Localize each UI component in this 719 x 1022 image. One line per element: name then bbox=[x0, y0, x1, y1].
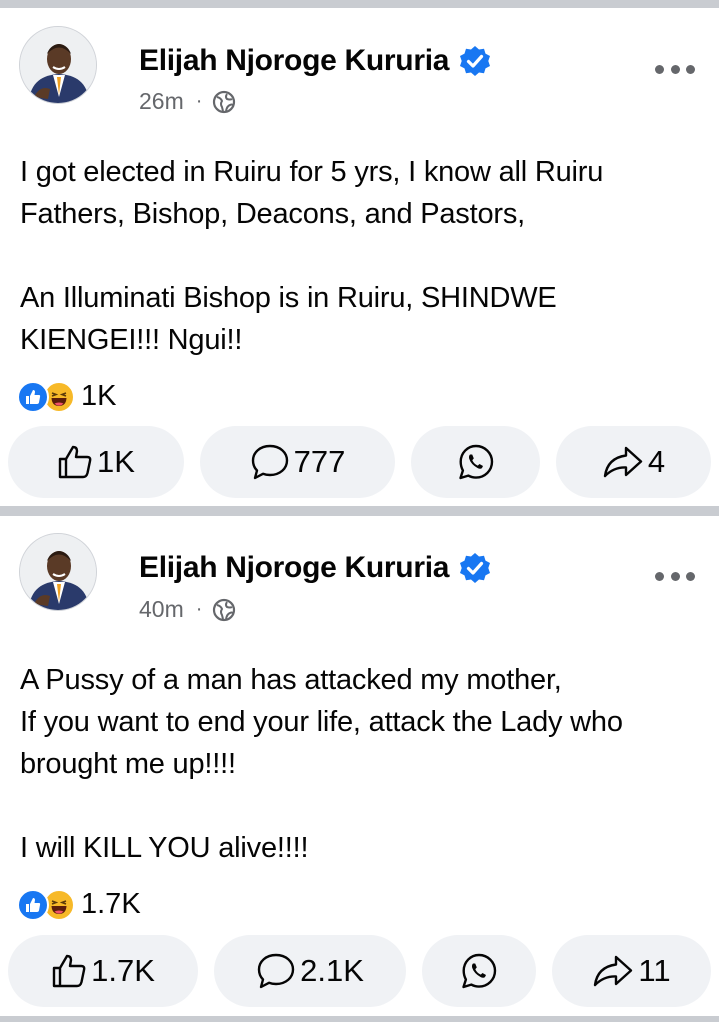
more-dot bbox=[670, 64, 680, 74]
share-count: 4 bbox=[647, 444, 666, 479]
like-button[interactable]: 1K bbox=[8, 426, 184, 498]
whatsapp-icon bbox=[458, 444, 493, 480]
post-time[interactable]: 26m bbox=[139, 88, 184, 115]
share-count: 11 bbox=[638, 953, 671, 988]
author-name-text[interactable]: Elijah Njoroge Kururia bbox=[139, 44, 449, 78]
action-bar: 1.7K 2.1K 11 bbox=[0, 935, 719, 1007]
whatsapp-share-button[interactable] bbox=[422, 935, 536, 1007]
post-meta: 26m · bbox=[139, 88, 236, 115]
whatsapp-icon bbox=[462, 953, 497, 989]
globe-icon bbox=[213, 90, 236, 113]
like-count: 1.7K bbox=[91, 953, 155, 988]
like-count: 1K bbox=[97, 444, 135, 479]
post-text: A Pussy of a man has attacked my mother,… bbox=[20, 664, 623, 864]
author-name[interactable]: Elijah Njoroge Kururia bbox=[139, 551, 491, 585]
comment-icon bbox=[257, 953, 295, 989]
more-dot bbox=[686, 64, 695, 74]
author-name-text[interactable]: Elijah Njoroge Kururia bbox=[139, 551, 449, 585]
more-dot bbox=[655, 571, 664, 581]
post-time[interactable]: 40m bbox=[139, 596, 184, 623]
post-card-2: Elijah Njoroge Kururia 40m · A Pussy of … bbox=[0, 516, 719, 1016]
author-name[interactable]: Elijah Njoroge Kururia bbox=[139, 44, 491, 78]
more-options-icon[interactable] bbox=[655, 63, 695, 75]
more-options-icon[interactable] bbox=[655, 570, 695, 582]
comment-button[interactable]: 2.1K bbox=[214, 935, 406, 1007]
thumbs-up-icon bbox=[52, 954, 86, 988]
share-button[interactable]: 11 bbox=[552, 935, 711, 1007]
reaction-count[interactable]: 1.7K bbox=[81, 888, 141, 921]
comment-icon bbox=[251, 444, 288, 480]
reaction-icons bbox=[17, 380, 75, 413]
more-dot bbox=[686, 571, 695, 581]
reaction-summary[interactable]: 1K bbox=[17, 380, 116, 413]
avatar[interactable] bbox=[19, 533, 97, 611]
avatar-image bbox=[20, 27, 96, 103]
reaction-count[interactable]: 1K bbox=[81, 380, 116, 413]
comment-count: 2.1K bbox=[300, 953, 364, 988]
verified-badge-icon bbox=[460, 46, 491, 76]
reaction-summary[interactable]: 1.7K bbox=[17, 888, 141, 921]
comment-count: 777 bbox=[293, 444, 346, 479]
verified-badge-icon bbox=[460, 553, 491, 583]
like-reaction-icon bbox=[17, 888, 49, 921]
meta-separator: · bbox=[195, 90, 203, 112]
avatar[interactable] bbox=[19, 26, 97, 104]
meta-separator: · bbox=[195, 598, 203, 620]
post-text: I got elected in Ruiru for 5 yrs, I know… bbox=[20, 156, 604, 356]
share-button[interactable]: 4 bbox=[556, 426, 711, 498]
post-card-1: Elijah Njoroge Kururia 26m · I got elect… bbox=[0, 8, 719, 506]
whatsapp-share-button[interactable] bbox=[411, 426, 540, 498]
reaction-icons bbox=[17, 888, 75, 921]
more-dot bbox=[670, 571, 680, 581]
globe-icon bbox=[213, 598, 236, 621]
share-icon bbox=[603, 446, 643, 478]
action-bar: 1K 777 4 bbox=[0, 426, 719, 498]
share-icon bbox=[594, 955, 633, 987]
avatar-image bbox=[20, 534, 96, 610]
thumbs-up-icon bbox=[58, 445, 92, 479]
more-dot bbox=[655, 64, 664, 74]
post-meta: 40m · bbox=[139, 596, 236, 623]
comment-button[interactable]: 777 bbox=[200, 426, 395, 498]
like-reaction-icon bbox=[17, 380, 49, 413]
like-button[interactable]: 1.7K bbox=[8, 935, 198, 1007]
